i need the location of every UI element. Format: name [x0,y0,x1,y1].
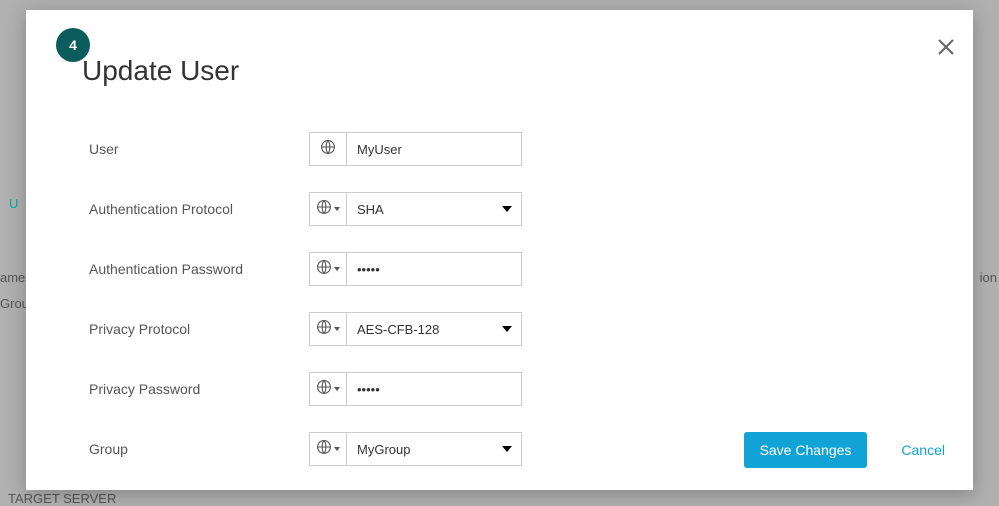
bg-col-right: ion [980,270,997,285]
auth-password-input[interactable] [347,252,522,286]
modal-footer: Save Changes Cancel [744,432,945,468]
globe-icon [316,319,332,340]
label-auth-password: Authentication Password [89,261,309,277]
globe-icon [320,139,336,160]
close-icon [937,38,955,56]
chevron-down-icon [334,327,340,331]
modal-title: Update User [82,55,239,87]
form: User Authentication Protocol Authenticat… [89,132,559,492]
bg-col-group: Grou [0,296,29,311]
chevron-down-icon [334,447,340,451]
user-input[interactable] [347,132,522,166]
row-privacy-password: Privacy Password [89,372,559,406]
chevron-down-icon [334,387,340,391]
label-privacy-protocol: Privacy Protocol [89,321,309,337]
scope-toggle-auth-password[interactable] [309,252,347,286]
label-user: User [89,141,309,157]
label-group: Group [89,441,309,457]
row-group: Group [89,432,559,466]
globe-icon [316,439,332,460]
bg-target-server: TARGET SERVER [8,491,116,506]
save-button[interactable]: Save Changes [744,432,868,468]
step-number: 4 [69,37,77,53]
scope-toggle-group[interactable] [309,432,347,466]
row-privacy-protocol: Privacy Protocol [89,312,559,346]
scope-toggle-auth-protocol[interactable] [309,192,347,226]
bg-tab-text: U [9,196,18,211]
globe-icon [316,199,332,220]
row-user: User [89,132,559,166]
chevron-down-icon [334,267,340,271]
chevron-down-icon [334,207,340,211]
label-privacy-password: Privacy Password [89,381,309,397]
cancel-button[interactable]: Cancel [901,442,945,458]
privacy-password-input[interactable] [347,372,522,406]
scope-toggle-privacy-protocol[interactable] [309,312,347,346]
update-user-modal: 4 Update User User Authentication Protoc… [26,10,973,490]
row-auth-protocol: Authentication Protocol [89,192,559,226]
row-auth-password: Authentication Password [89,252,559,286]
auth-protocol-select[interactable] [347,192,522,226]
bg-col-name: ame [0,270,25,285]
privacy-protocol-select[interactable] [347,312,522,346]
close-button[interactable] [937,38,955,61]
globe-icon [316,259,332,280]
scope-toggle-privacy-password[interactable] [309,372,347,406]
globe-icon [316,379,332,400]
label-auth-protocol: Authentication Protocol [89,201,309,217]
group-select[interactable] [347,432,522,466]
scope-toggle-user[interactable] [309,132,347,166]
